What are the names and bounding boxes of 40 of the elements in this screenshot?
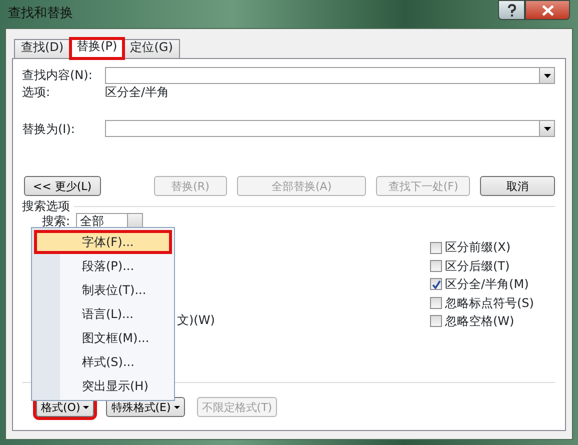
menu-item[interactable]: 样式(S)...	[34, 350, 172, 374]
menu-item[interactable]: 语言(L)...	[34, 302, 172, 326]
tab[interactable]: 替换(P)	[70, 38, 124, 59]
button[interactable]: << 更少(L)	[24, 176, 100, 196]
menu-item[interactable]: 图文框(M)...	[34, 326, 172, 350]
dropdown-arrow-icon	[544, 74, 550, 78]
options-value: 区分全/半角	[105, 85, 170, 100]
window-title: 查找和替换	[8, 6, 73, 22]
field-label: 查找内容(N):	[22, 68, 94, 83]
caret-icon	[83, 406, 90, 409]
checkbox-label: 区分前缀(X)	[445, 240, 511, 255]
field-label: 替换为(I):	[22, 122, 76, 136]
checkbox-label: 区分全/半角(M)	[445, 277, 529, 292]
menu-item[interactable]: 突出显示(H)	[34, 374, 172, 398]
checkbox[interactable]	[430, 278, 442, 290]
field-label: 搜索:	[42, 214, 70, 229]
combo-field[interactable]	[105, 67, 555, 84]
tab[interactable]: 查找(D)	[14, 39, 71, 58]
close-button[interactable]	[525, 0, 570, 20]
help-button[interactable]	[498, 0, 525, 20]
dropdown-arrow-icon	[544, 126, 550, 131]
close-icon	[542, 4, 554, 16]
checkbox-label: 区分后缀(T)	[445, 258, 510, 274]
checkbox-label: 忽略空格(W)	[445, 314, 514, 328]
menu-item[interactable]: 制表位(T)...	[34, 278, 172, 302]
checkbox[interactable]	[430, 242, 442, 254]
option-label: 文)(W)	[177, 313, 216, 328]
caret-icon	[174, 406, 180, 409]
help-icon	[506, 4, 516, 16]
checkbox-label: 忽略标点符号(S)	[445, 296, 534, 310]
section-title: 搜索选项	[22, 199, 70, 214]
menu-item[interactable]: 字体(F)...	[34, 230, 172, 254]
tab[interactable]: 定位(G)	[123, 39, 180, 58]
menu-item[interactable]: 段落(P)...	[34, 254, 172, 278]
checkbox[interactable]	[430, 260, 442, 272]
checkbox[interactable]	[430, 296, 442, 309]
button[interactable]: 取消	[480, 176, 555, 196]
checkbox[interactable]	[430, 315, 442, 328]
options-label: 选项:	[22, 85, 52, 100]
combo-field[interactable]	[105, 120, 555, 138]
